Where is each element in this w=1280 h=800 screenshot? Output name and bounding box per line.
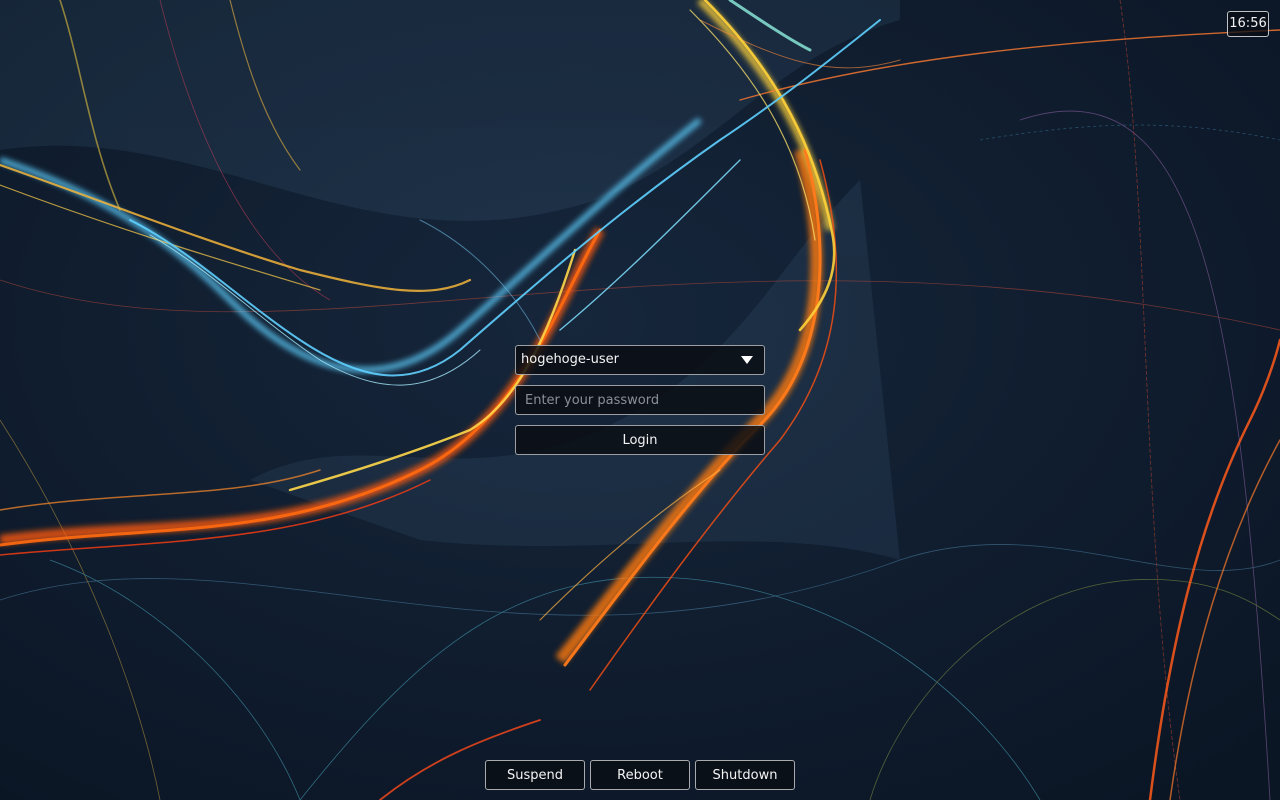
clock: 16:56 (1227, 11, 1269, 37)
shutdown-button[interactable]: Shutdown (695, 760, 795, 790)
selected-user-label: hogehoge-user (521, 352, 619, 367)
password-input[interactable] (515, 385, 765, 415)
login-form: hogehoge-user Login (515, 345, 765, 455)
suspend-button[interactable]: Suspend (485, 760, 585, 790)
triangle-down-icon (741, 356, 753, 364)
reboot-button[interactable]: Reboot (590, 760, 690, 790)
login-button[interactable]: Login (515, 425, 765, 455)
power-bar: Suspend Reboot Shutdown (485, 760, 795, 790)
login-screen: 16:56 hogehoge-user Login Suspend Reboot… (0, 0, 1280, 800)
user-select-dropdown[interactable]: hogehoge-user (515, 345, 765, 375)
